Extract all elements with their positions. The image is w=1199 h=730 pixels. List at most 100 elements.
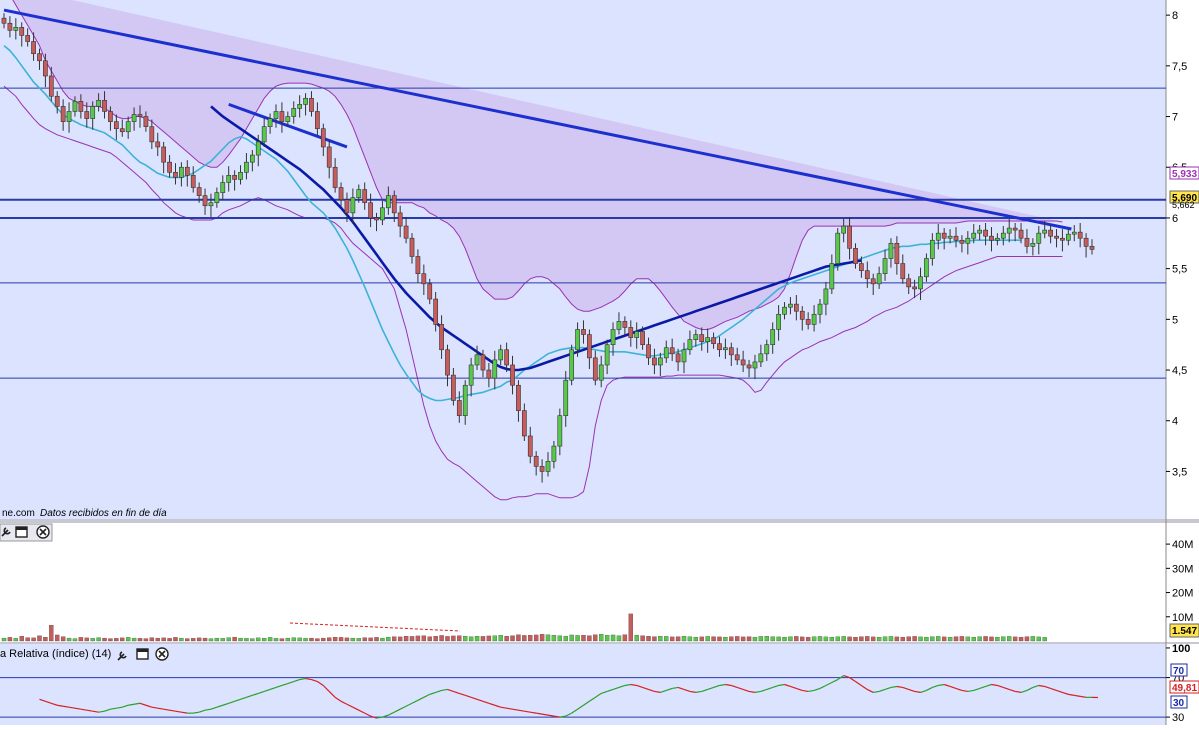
candle-body	[510, 365, 514, 385]
price-tick-label: 6	[1172, 213, 1178, 225]
candle-body	[369, 203, 373, 218]
candle-body	[32, 42, 36, 54]
source-note-text: Datos recibidos en fin de día	[40, 508, 167, 519]
candle-body	[309, 98, 313, 111]
volume-bar	[605, 635, 609, 641]
candle-body	[499, 350, 503, 360]
volume-bar	[1019, 637, 1023, 641]
candle-body	[61, 106, 65, 121]
volume-bar	[238, 638, 242, 641]
volume-bar	[658, 636, 662, 641]
candle-body	[481, 355, 485, 370]
candle-body	[676, 354, 680, 362]
candle-body	[321, 129, 325, 147]
rsi-70-badge-text: 70	[1173, 666, 1185, 677]
volume-bar	[256, 638, 260, 641]
candle-body	[918, 277, 922, 289]
candle-body	[298, 104, 302, 108]
volume-bar	[706, 636, 710, 641]
candle-body	[1072, 232, 1076, 234]
volume-bar	[717, 637, 721, 641]
candle-body	[617, 321, 621, 329]
candle-body	[1054, 236, 1058, 238]
close-icon[interactable]	[37, 526, 49, 538]
volume-bar	[682, 636, 686, 641]
volume-bar	[540, 634, 544, 641]
candle-body	[895, 243, 899, 263]
candle-body	[463, 385, 467, 415]
volume-bar	[333, 637, 337, 641]
candle-body	[250, 155, 254, 162]
rsi-tick-label: 30	[1172, 712, 1184, 724]
candle-body	[132, 115, 136, 122]
candle-body	[380, 208, 384, 220]
candle-body	[327, 147, 331, 167]
candle-body	[522, 411, 526, 436]
candle-body	[782, 307, 786, 314]
candle-body	[55, 96, 59, 106]
volume-bar	[700, 637, 704, 641]
volume-bar	[853, 637, 857, 641]
candle-body	[1049, 230, 1053, 236]
candle-body	[262, 127, 266, 142]
candle-body	[114, 122, 118, 129]
candle-body	[126, 122, 130, 132]
volume-bar	[374, 637, 378, 641]
volume-bar	[581, 635, 585, 641]
volume-bar	[930, 637, 934, 641]
volume-bar	[85, 638, 89, 641]
candle-body	[274, 111, 278, 118]
candle-body	[871, 279, 875, 284]
volume-bar	[865, 636, 869, 641]
candle-body	[723, 348, 727, 350]
volume-bar	[475, 636, 479, 641]
candle-body	[954, 236, 958, 240]
candle-body	[120, 129, 124, 132]
rsi-tick-label: 100	[1172, 643, 1190, 655]
window-icon[interactable]	[137, 649, 148, 659]
candle-body	[2, 18, 6, 23]
volume-bar	[895, 637, 899, 641]
price-tick-label: 5	[1172, 314, 1178, 326]
candle-body	[108, 111, 112, 121]
candle-body	[238, 172, 242, 179]
volume-bar	[676, 637, 680, 641]
candle-body	[256, 142, 260, 155]
candle-body	[386, 196, 390, 208]
volume-bar	[286, 638, 290, 641]
candle-body	[759, 354, 763, 362]
close-icon[interactable]	[156, 648, 168, 660]
volume-bar	[380, 638, 384, 641]
candle-body	[670, 348, 674, 354]
volume-bar	[510, 636, 514, 641]
candle-body	[280, 111, 284, 121]
volume-toolbar	[0, 524, 52, 541]
candle-body	[209, 203, 213, 206]
candle-body	[930, 240, 934, 258]
volume-bar	[741, 637, 745, 641]
candle-body	[333, 167, 337, 187]
volume-bar	[481, 636, 485, 641]
candle-body	[79, 101, 83, 111]
candle-body	[836, 233, 840, 263]
volume-bar	[505, 636, 509, 641]
volume-bar	[688, 637, 692, 641]
volume-bar	[233, 637, 237, 641]
volume-bar	[144, 639, 148, 641]
candle-body	[440, 324, 444, 349]
candle-body	[924, 259, 928, 277]
candle-body	[989, 236, 993, 240]
rsi-value-badge-text: 49,81	[1172, 683, 1197, 694]
volume-bar	[191, 638, 195, 641]
volume-bar	[883, 637, 887, 641]
candle-body	[516, 385, 520, 410]
candle-body	[102, 100, 106, 111]
volume-bar	[392, 637, 396, 641]
candle-body	[26, 35, 30, 41]
volume-bar	[782, 637, 786, 641]
candle-body	[398, 213, 402, 226]
candle-body	[1037, 233, 1041, 243]
candle-body	[357, 190, 361, 198]
window-icon[interactable]	[16, 527, 27, 537]
volume-bar	[215, 638, 219, 641]
